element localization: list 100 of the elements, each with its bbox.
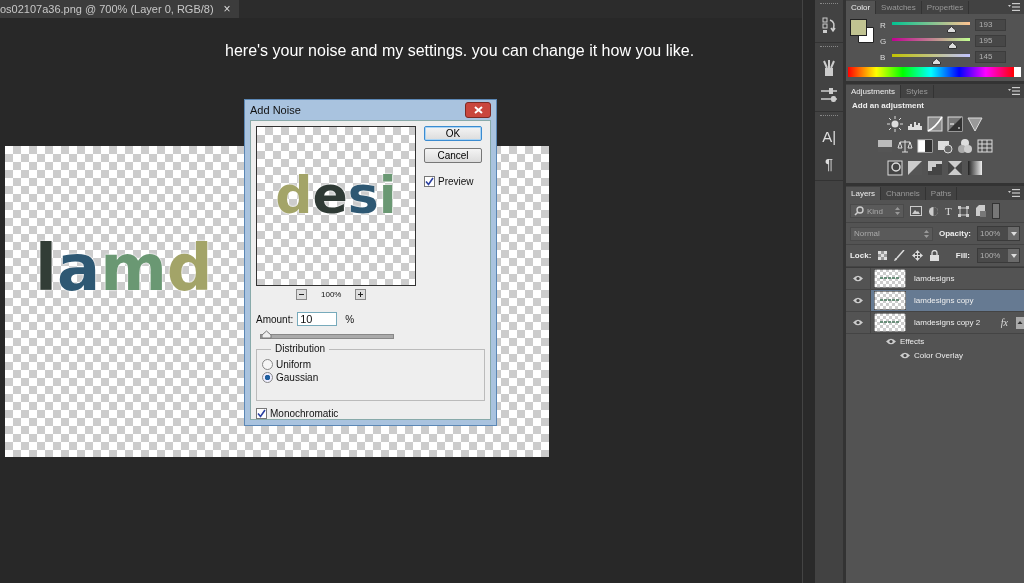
layer-row[interactable]: lamdesigns	[871, 268, 1024, 289]
eye-icon[interactable]	[853, 297, 863, 304]
preview-text: desi	[275, 169, 397, 221]
canvas-text: lamd	[35, 236, 213, 300]
sliders-icon[interactable]	[820, 87, 839, 103]
filter-toggle[interactable]	[991, 203, 1000, 219]
curves-icon[interactable]	[927, 116, 943, 132]
brush-icon[interactable]	[894, 250, 906, 261]
layer-row[interactable]: lamdesigns copy 2 fx	[871, 312, 1024, 333]
history-icon[interactable]	[821, 16, 838, 34]
fill-label: Fill:	[955, 251, 970, 260]
dialog-button[interactable]: Cancel	[424, 148, 482, 163]
lock-icon[interactable]	[930, 250, 940, 261]
check-icon	[257, 409, 266, 418]
document-icon[interactable]	[974, 205, 986, 217]
search-icon	[854, 206, 864, 216]
caption-text: here's your noise and my settings. you can change it how you like.	[225, 42, 695, 60]
panel-heading: Add an adjustment	[851, 100, 925, 112]
radio-button[interactable]	[262, 372, 273, 383]
check-icon	[425, 177, 434, 186]
close-button[interactable]	[465, 102, 491, 118]
radio-label: Uniform	[276, 359, 311, 370]
checkbox[interactable]	[424, 176, 435, 187]
shape-icon[interactable]	[957, 205, 969, 217]
layer-thumbnail[interactable]	[874, 313, 906, 332]
type-filter[interactable]: T	[945, 205, 952, 217]
group-title: Distribution	[271, 343, 330, 354]
fill-field[interactable]: 100%	[977, 248, 1020, 263]
amount-field[interactable]: 10	[297, 312, 338, 326]
plus-icon	[357, 291, 365, 298]
channel-label: B	[880, 52, 887, 62]
checkbox-label: Preview	[438, 176, 474, 187]
color-spectrum-bar[interactable]	[848, 67, 1021, 77]
channel-value-field[interactable]: 145	[975, 51, 1006, 63]
opacity-field[interactable]: 100%	[977, 226, 1020, 241]
layer-effect[interactable]: Effects	[900, 336, 925, 346]
document-tab[interactable]: os02107a36.png @ 700% (Layer 0, RGB/8) ×	[0, 0, 239, 18]
eye-icon[interactable]	[900, 351, 910, 359]
paragraph-tool[interactable]: ¶	[825, 155, 834, 172]
image-icon[interactable]	[910, 206, 922, 216]
channel-label: G	[880, 36, 887, 46]
radio-label: Gaussian	[276, 372, 319, 383]
panel-tab[interactable]: Properties	[921, 0, 970, 14]
move-icon[interactable]	[912, 250, 924, 261]
eye-icon[interactable]	[853, 275, 863, 282]
scales-icon[interactable]	[897, 138, 913, 154]
triangle-icon[interactable]	[967, 116, 983, 132]
steps-icon[interactable]	[927, 160, 943, 176]
character-tool[interactable]: A|	[822, 128, 837, 145]
panel-menu-icon[interactable]	[1008, 189, 1020, 197]
eye-icon[interactable]	[853, 319, 863, 326]
panel-menu-icon[interactable]	[1008, 3, 1020, 11]
panel-tab[interactable]: Channels	[881, 186, 926, 200]
layer-thumbnail[interactable]	[874, 269, 906, 288]
panel-tab[interactable]: Swatches	[876, 0, 922, 14]
panel-tab[interactable]: Color	[846, 0, 877, 14]
amount-label: Amount:	[256, 313, 294, 325]
channel-label: R	[880, 20, 887, 30]
exposure-icon[interactable]	[947, 116, 963, 132]
zoom-level: 100%	[321, 290, 342, 299]
panel-menu-icon[interactable]	[1008, 87, 1020, 95]
document-title: os02107a36.png @ 700% (Layer 0, RGB/8)	[0, 3, 214, 15]
invert-icon[interactable]	[887, 160, 903, 176]
brushes-icon[interactable]	[821, 59, 838, 77]
gradient-icon[interactable]	[967, 160, 983, 176]
layer-thumbnail[interactable]	[874, 291, 906, 310]
zoom-out-button[interactable]	[296, 289, 307, 300]
checker-lock-icon[interactable]	[878, 251, 888, 260]
channel-value-field[interactable]: 193	[975, 19, 1006, 31]
panel-tab[interactable]: Layers	[846, 186, 881, 200]
sun-icon[interactable]	[887, 116, 903, 132]
panel-tab[interactable]: Styles	[901, 84, 934, 98]
zoom-in-button[interactable]	[355, 289, 367, 300]
half-circle-icon[interactable]	[928, 205, 939, 217]
foreground-swatch[interactable]	[850, 19, 867, 36]
half-square-icon[interactable]	[917, 138, 933, 154]
dialog-button[interactable]: OK	[424, 126, 482, 141]
unit-label: %	[345, 313, 355, 325]
updown-caret-icon	[895, 207, 900, 215]
opacity-label: Opacity:	[939, 229, 971, 238]
fx-label: fx	[1000, 317, 1008, 328]
close-icon	[473, 106, 483, 114]
circles-icon[interactable]	[957, 138, 973, 154]
dialog-title: Add Noise	[250, 104, 301, 116]
eye-icon[interactable]	[886, 337, 896, 345]
camera-icon[interactable]	[937, 138, 953, 154]
hourglass-icon[interactable]	[947, 160, 963, 176]
channel-value-field[interactable]: 195	[975, 35, 1006, 47]
minus-icon	[298, 291, 305, 298]
panel-tab[interactable]: Paths	[925, 186, 958, 200]
slider-thumb[interactable]	[261, 330, 273, 339]
checkbox[interactable]	[256, 408, 267, 419]
layer-row[interactable]: lamdesigns copy	[871, 290, 1024, 311]
radio-button[interactable]	[262, 359, 273, 370]
layer-effect[interactable]: Color Overlay	[914, 350, 963, 360]
background-swatch[interactable]	[858, 27, 874, 43]
close-tab-button[interactable]: ×	[223, 2, 231, 16]
updown-caret-icon	[924, 229, 929, 238]
panel-tab[interactable]: Adjustments	[846, 84, 901, 98]
grid-icon[interactable]	[977, 138, 993, 154]
